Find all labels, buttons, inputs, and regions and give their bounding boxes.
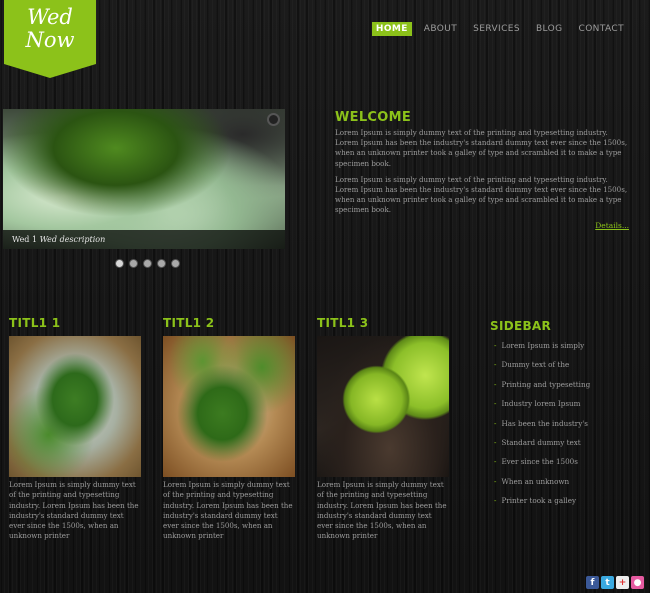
flickr-icon[interactable]: ● bbox=[631, 576, 644, 589]
slide-image bbox=[3, 109, 285, 249]
slider-dot[interactable] bbox=[115, 259, 124, 268]
mint-glass-image bbox=[9, 336, 141, 477]
sidebar-item[interactable]: Standard dummy text bbox=[494, 438, 630, 457]
column-title: TITL1 2 bbox=[163, 316, 215, 330]
logo-line-1: Wed bbox=[27, 5, 73, 29]
nav-blog[interactable]: BLOG bbox=[532, 22, 567, 36]
nav-contact[interactable]: CONTACT bbox=[575, 22, 628, 36]
sidebar-item[interactable]: Printing and typesetting bbox=[494, 380, 630, 399]
sidebar-item[interactable]: Ever since the 1500s bbox=[494, 457, 630, 476]
limes-image bbox=[317, 336, 449, 477]
slide-caption-title: Wed 1 bbox=[12, 235, 38, 244]
site-logo[interactable]: Wed Now bbox=[4, 0, 96, 78]
sidebar: SIDEBAR Lorem Ipsum is simply Dummy text… bbox=[490, 319, 630, 516]
mint-glasses-image bbox=[163, 336, 295, 477]
welcome-section: WELCOME Lorem Ipsum is simply dummy text… bbox=[335, 110, 631, 230]
welcome-paragraph-2: Lorem Ipsum is simply dummy text of the … bbox=[335, 174, 628, 215]
sidebar-item[interactable]: Lorem Ipsum is simply bbox=[494, 341, 630, 360]
slider-dot[interactable] bbox=[171, 259, 180, 268]
sidebar-item[interactable]: Printer took a galley bbox=[494, 496, 630, 515]
column-title: TITL1 1 bbox=[9, 316, 61, 330]
main-nav: HOME ABOUT SERVICES BLOG CONTACT bbox=[371, 22, 628, 36]
slider-dot[interactable] bbox=[157, 259, 166, 268]
google-plus-icon[interactable]: + bbox=[616, 576, 629, 589]
slider-dot[interactable] bbox=[143, 259, 152, 268]
content-column-3: TITL1 3 Lorem Ipsum is simply dummy text… bbox=[317, 316, 449, 542]
slider-pagination bbox=[115, 259, 180, 268]
nav-services[interactable]: SERVICES bbox=[469, 22, 524, 36]
logo-line-2: Now bbox=[25, 28, 75, 52]
sidebar-item[interactable]: Dummy text of the bbox=[494, 360, 630, 379]
slider-dot[interactable] bbox=[129, 259, 138, 268]
facebook-icon[interactable]: f bbox=[586, 576, 599, 589]
twitter-icon[interactable]: t bbox=[601, 576, 614, 589]
content-column-1: TITL1 1 Lorem Ipsum is simply dummy text… bbox=[9, 316, 141, 542]
slide-caption-description: Wed description bbox=[39, 235, 106, 244]
welcome-heading: WELCOME bbox=[335, 110, 412, 125]
slide-caption: Wed 1 Wed description bbox=[3, 230, 285, 249]
content-column-2: TITL1 2 Lorem Ipsum is simply dummy text… bbox=[163, 316, 295, 542]
image-slider[interactable]: Wed 1 Wed description bbox=[3, 109, 285, 249]
details-link[interactable]: Details... bbox=[595, 221, 629, 230]
social-links: f t + ● bbox=[586, 576, 644, 589]
sidebar-item[interactable]: Has been the industry's bbox=[494, 419, 630, 438]
sidebar-title: SIDEBAR bbox=[490, 319, 552, 333]
nav-about[interactable]: ABOUT bbox=[420, 22, 461, 36]
column-text: Lorem Ipsum is simply dummy text of the … bbox=[9, 480, 139, 541]
sidebar-item[interactable]: When an unknown bbox=[494, 477, 630, 496]
column-title: TITL1 3 bbox=[317, 316, 369, 330]
nav-home[interactable]: HOME bbox=[371, 22, 412, 36]
welcome-paragraph-1: Lorem Ipsum is simply dummy text of the … bbox=[335, 128, 628, 168]
sidebar-list: Lorem Ipsum is simply Dummy text of the … bbox=[490, 341, 630, 516]
column-text: Lorem Ipsum is simply dummy text of the … bbox=[317, 480, 447, 541]
column-text: Lorem Ipsum is simply dummy text of the … bbox=[163, 480, 293, 541]
sidebar-item[interactable]: Industry lorem Ipsum bbox=[494, 399, 630, 418]
slider-knob-icon bbox=[267, 113, 280, 126]
